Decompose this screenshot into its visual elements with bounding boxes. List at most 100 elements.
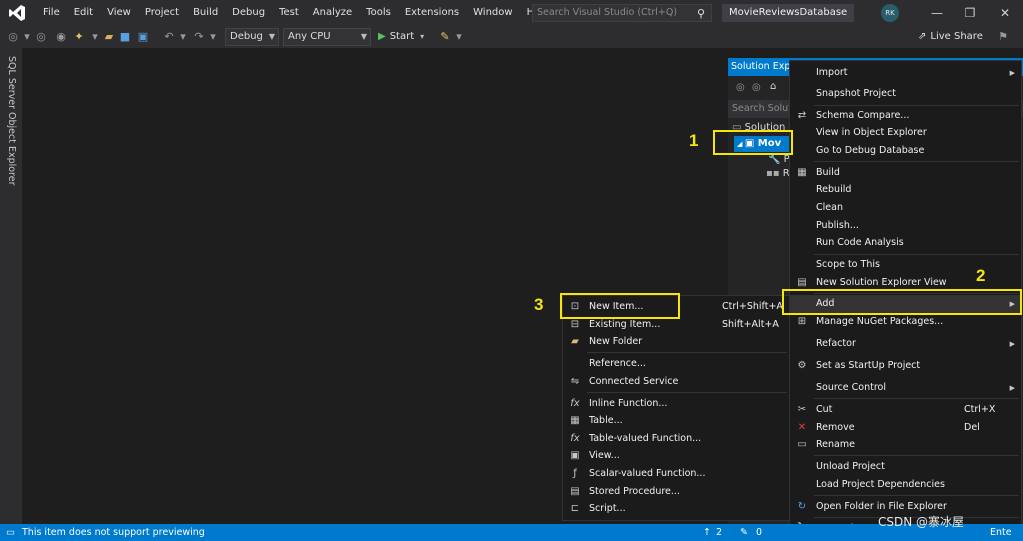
status-info-icon: ▭ — [6, 527, 15, 538]
menu-item-view-in-object-explorer[interactable]: View in Object Explorer — [790, 124, 1021, 142]
menu-project[interactable]: Project — [138, 0, 186, 26]
dropdown-icon[interactable]: ▾ — [206, 30, 220, 44]
open-folder-icon[interactable]: ▰ — [102, 30, 116, 44]
minimize-icon[interactable]: — — [922, 0, 952, 26]
menu-build[interactable]: Build — [186, 0, 225, 26]
menu-item-unload-project[interactable]: Unload Project — [790, 458, 1021, 476]
dropdown-icon[interactable]: ▾ — [88, 30, 102, 44]
menu-edit[interactable]: Edit — [67, 0, 100, 26]
menu-item-build[interactable]: ▦ Build — [790, 164, 1021, 182]
forward-icon[interactable]: ◎ — [34, 30, 48, 44]
live-share-button[interactable]: ⇗ Live Share — [918, 29, 983, 45]
menu-item-manage-nuget-packages[interactable]: ⊞ Manage NuGet Packages... — [790, 313, 1021, 331]
shortcut-label: Del — [964, 422, 980, 433]
pencil-icon[interactable]: ✎ — [740, 524, 748, 541]
status-message: This item does not support previewing — [22, 527, 205, 538]
view-icon: ▣ — [570, 450, 580, 461]
search-input[interactable]: Search Visual Studio (Ctrl+Q) ⚲ — [532, 4, 712, 22]
chevron-right-icon: ▶ — [1009, 384, 1015, 392]
menu-item-rename[interactable]: ▭ Rename — [790, 436, 1021, 454]
menu-item-cut[interactable]: ✂ Cut Ctrl+X — [790, 401, 1021, 419]
menu-item-stored-procedure[interactable]: ▤ Stored Procedure... — [563, 483, 789, 501]
back-icon[interactable]: ◎ — [736, 82, 745, 93]
menu-item-run-code-analysis[interactable]: Run Code Analysis — [790, 234, 1021, 252]
home-icon[interactable]: ⌂ — [770, 81, 776, 92]
menu-tools[interactable]: Tools — [359, 0, 398, 26]
menu-item-schema-compare[interactable]: ⇄ Schema Compare... — [790, 107, 1021, 125]
menu-item-source-control[interactable]: Source Control ▶ — [790, 379, 1021, 397]
menu-item-load-project-dependencies[interactable]: Load Project Dependencies — [790, 476, 1021, 494]
status-bar: ▭ This item does not support previewing … — [0, 524, 1023, 541]
configuration-value: Debug — [230, 31, 263, 42]
avatar[interactable]: RK — [881, 4, 899, 22]
publish-up-icon[interactable]: ↑ — [703, 524, 711, 541]
menu-item-publish[interactable]: Publish... — [790, 217, 1021, 235]
tree-child-node[interactable]: ▪▪ R — [766, 166, 790, 182]
separator — [814, 495, 1019, 496]
shortcut-label: Ctrl+Shift+A — [722, 301, 783, 312]
menu-item-reference[interactable]: Reference... — [563, 355, 789, 373]
menu-analyze[interactable]: Analyze — [306, 0, 359, 26]
menu-item-connected-service[interactable]: ⇋ Connected Service — [563, 373, 789, 391]
new-project-icon[interactable]: ✦ — [72, 30, 86, 44]
redo-icon[interactable]: ↷ — [192, 30, 206, 44]
dropdown-icon[interactable]: ▾ — [20, 30, 34, 44]
menu-test[interactable]: Test — [272, 0, 306, 26]
menu-item-new-folder[interactable]: ▰ New Folder — [563, 333, 789, 351]
menu-item-view[interactable]: ▣ View... — [563, 447, 789, 465]
menu-bar: File Edit View Project Build Debug Test … — [36, 0, 556, 26]
menu-item-rebuild[interactable]: Rebuild — [790, 181, 1021, 199]
menu-item-script[interactable]: ⊏ Script... — [563, 500, 789, 518]
menu-item-table-valued-function[interactable]: fx Table-valued Function... — [563, 430, 789, 448]
menu-item-remove[interactable]: ✕ Remove Del — [790, 419, 1021, 437]
close-icon[interactable]: ✕ — [990, 0, 1020, 26]
dropdown-icon[interactable]: ▾ — [452, 30, 466, 44]
feedback-icon[interactable]: ⚑ — [996, 30, 1010, 44]
menu-view[interactable]: View — [100, 0, 138, 26]
sql-server-object-explorer-tab[interactable]: SQL Server Object Explorer — [6, 56, 17, 186]
menu-file[interactable]: File — [36, 0, 67, 26]
forward-icon[interactable]: ◎ — [752, 82, 761, 93]
search-icon: ⚲ — [696, 7, 705, 20]
configuration-select[interactable]: Debug ▼ — [225, 28, 279, 46]
shortcut-label: Shift+Alt+A — [722, 319, 779, 330]
solution-name: MovieReviewsDatabase — [722, 4, 855, 22]
live-share-label: Live Share — [930, 31, 983, 42]
menu-item-scalar-valued-function[interactable]: ƒ Scalar-valued Function... — [563, 465, 789, 483]
annotation-step-3: 3 — [534, 295, 544, 314]
platform-select[interactable]: Any CPU ▼ — [283, 28, 371, 46]
properties-icon: 🔧 — [768, 154, 784, 165]
gear-icon: ⚙ — [797, 360, 807, 371]
menu-item-clean[interactable]: Clean — [790, 199, 1021, 217]
function-icon: fx — [570, 433, 580, 444]
menu-item-snapshot-project[interactable]: Snapshot Project — [790, 85, 1021, 103]
menu-item-refactor[interactable]: Refactor ▶ — [790, 335, 1021, 353]
chevron-right-icon: ▶ — [1009, 69, 1015, 77]
menu-item-inline-function[interactable]: fx Inline Function... — [563, 395, 789, 413]
highlight-box-new-item — [560, 293, 680, 319]
watermark: CSDN @寨冰屋 — [878, 515, 965, 529]
menu-item-set-startup-project[interactable]: ⚙ Set as StartUp Project — [790, 357, 1021, 375]
menu-debug[interactable]: Debug — [225, 0, 272, 26]
visual-studio-logo-icon — [9, 5, 25, 21]
menu-item-scope-to-this[interactable]: Scope to This — [790, 256, 1021, 274]
status-partial-text: Ente — [990, 527, 1012, 538]
menu-item-table[interactable]: ▦ Table... — [563, 412, 789, 430]
save-all-icon[interactable]: ▣ — [136, 30, 150, 44]
start-label: Start — [389, 31, 415, 42]
browser-link-icon[interactable]: ✎ — [438, 30, 452, 44]
toolbar: ◎ ▾ ◎ ◉ ✦ ▾ ▰ ■ ▣ ↶ ▾ ↷ ▾ Debug ▼ Any CP… — [0, 26, 1023, 48]
dropdown-icon[interactable]: ▾ — [176, 30, 190, 44]
start-button[interactable]: ▶ Start ▾ — [378, 29, 424, 45]
forward-disabled-icon[interactable]: ◉ — [54, 30, 68, 44]
chevron-right-icon: ▶ — [1009, 340, 1015, 348]
back-icon[interactable]: ◎ — [6, 30, 20, 44]
menu-item-import[interactable]: Import ▶ — [790, 64, 1021, 82]
menu-window[interactable]: Window — [466, 0, 519, 26]
menu-extensions[interactable]: Extensions — [398, 0, 466, 26]
restore-icon[interactable]: ❐ — [955, 0, 985, 26]
references-icon: ▪▪ — [766, 168, 783, 179]
menu-item-go-to-debug-database[interactable]: Go to Debug Database — [790, 142, 1021, 160]
undo-icon[interactable]: ↶ — [162, 30, 176, 44]
save-icon[interactable]: ■ — [118, 30, 132, 44]
